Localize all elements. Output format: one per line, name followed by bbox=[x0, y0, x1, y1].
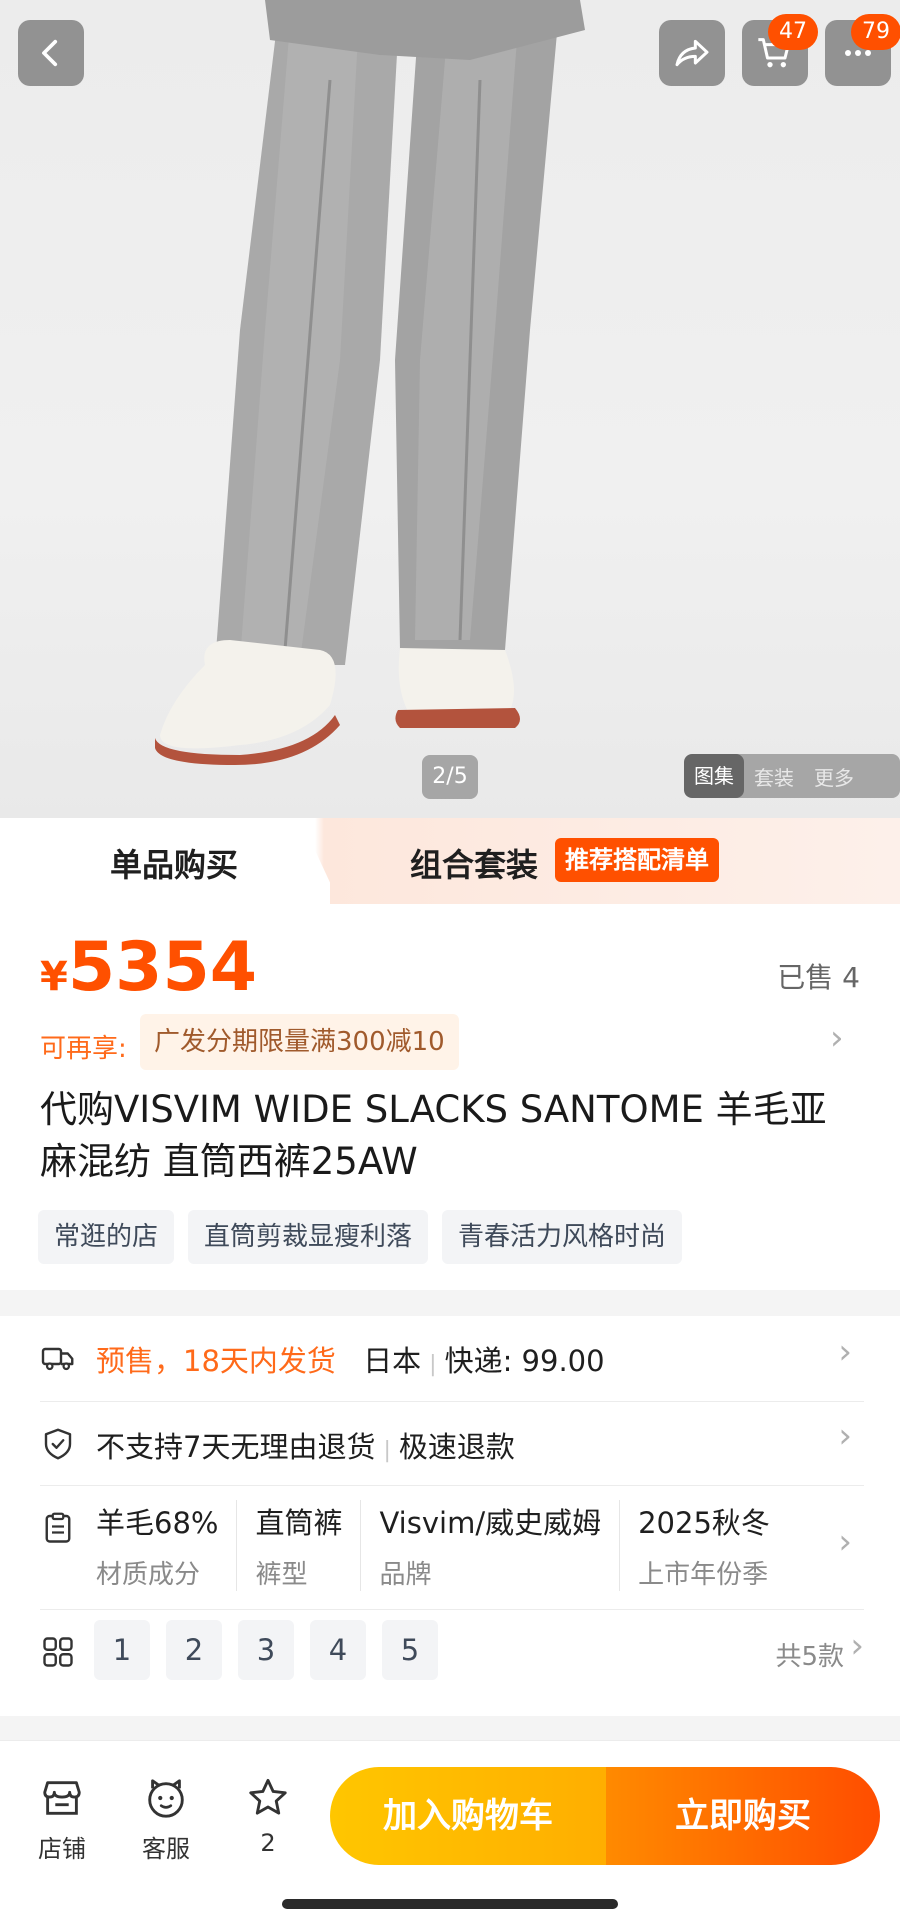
shield-icon bbox=[44, 1428, 72, 1460]
image-pager: 2/5 bbox=[422, 755, 478, 799]
sold-count: 已售 4 bbox=[777, 961, 860, 994]
attribute-brand: Visvim/威史威姆 品牌 bbox=[379, 1500, 621, 1591]
sku-option-1[interactable]: 1 bbox=[94, 1620, 150, 1680]
product-tags: 常逛的店 直筒剪裁显瘦利落 青春活力风格时尚 bbox=[38, 1210, 683, 1264]
back-icon bbox=[42, 39, 58, 67]
service-label: 客服 bbox=[142, 1835, 190, 1863]
grid-icon bbox=[43, 1637, 73, 1667]
store-label: 店铺 bbox=[38, 1835, 86, 1863]
product-tag[interactable]: 常逛的店 bbox=[38, 1210, 175, 1264]
store-button[interactable]: 店铺 bbox=[22, 1775, 102, 1864]
product-image[interactable]: 47 79 2/5 图集 套装 更多 bbox=[0, 0, 900, 820]
share-button[interactable] bbox=[659, 20, 725, 86]
service-icon bbox=[148, 1779, 184, 1818]
trousers-photo bbox=[155, 0, 585, 765]
purchase-mode-tabs: 单品购买 组合套装 推荐搭配清单 bbox=[0, 818, 900, 904]
promo-chevron-icon[interactable]: › bbox=[830, 1018, 844, 1058]
tab-more[interactable]: 更多 bbox=[804, 762, 864, 791]
price-card: ¥5354 已售 4 可再享: 广发分期限量满300减10 › 代购VISVIM… bbox=[0, 904, 900, 1290]
star-icon bbox=[249, 1778, 287, 1815]
shipping-chevron-icon: › bbox=[838, 1332, 852, 1372]
return-policy: 不支持7天无理由退货 bbox=[96, 1430, 376, 1464]
attribute-material: 羊毛68% 材质成分 bbox=[96, 1500, 238, 1591]
ship-origin: 日本 bbox=[363, 1344, 422, 1378]
message-count-badge: 79 bbox=[851, 14, 900, 50]
presale-text: 预售，18天内发货 bbox=[96, 1344, 336, 1378]
divider: | bbox=[429, 1352, 437, 1377]
tab-combo-set[interactable]: 组合套装 bbox=[410, 840, 538, 886]
attribute-fit: 直筒裤 裤型 bbox=[255, 1500, 362, 1591]
fast-refund: 极速退款 bbox=[398, 1430, 515, 1464]
sku-chevron-icon[interactable]: › bbox=[850, 1626, 864, 1666]
shipping-row[interactable]: 预售，18天内发货 日本 | 快递: 99.00 › bbox=[40, 1316, 864, 1402]
divider: | bbox=[383, 1438, 391, 1463]
product-title: 代购VISVIM WIDE SLACKS SANTOME 羊毛亚麻混纺 直筒西裤… bbox=[40, 1088, 827, 1183]
tab-single-purchase[interactable]: 单品购买 bbox=[110, 840, 238, 886]
sku-option-4[interactable]: 4 bbox=[310, 1620, 366, 1680]
cart-count-badge: 47 bbox=[768, 14, 818, 50]
sku-option-5[interactable]: 5 bbox=[382, 1620, 438, 1680]
attributes-row[interactable]: 羊毛68% 材质成分 直筒裤 裤型 Visvim/威史威姆 品牌 2025秋冬 … bbox=[40, 1486, 864, 1610]
price: ¥5354 bbox=[40, 928, 257, 1007]
returns-row[interactable]: 不支持7天无理由退货 | 极速退款 › bbox=[40, 1402, 864, 1486]
more-button[interactable]: 79 bbox=[825, 14, 900, 86]
gallery-tabs[interactable]: 图集 套装 更多 bbox=[684, 754, 900, 798]
favorite-count: 2 bbox=[260, 1829, 276, 1857]
sku-row: 1 2 3 4 5 共5款 › bbox=[40, 1610, 864, 1696]
share-icon bbox=[675, 39, 709, 67]
express-fee: 快递: 99.00 bbox=[444, 1344, 605, 1378]
cart-button[interactable]: 47 bbox=[742, 14, 818, 86]
promo-offer[interactable]: 广发分期限量满300减10 bbox=[140, 1014, 459, 1070]
tab-gallery[interactable]: 图集 bbox=[684, 754, 744, 798]
combo-recommend-tag[interactable]: 推荐搭配清单 bbox=[555, 838, 719, 882]
home-indicator[interactable] bbox=[282, 1899, 618, 1909]
currency-symbol: ¥ bbox=[40, 954, 68, 1000]
sku-total[interactable]: 共5款 bbox=[775, 1636, 844, 1673]
clipboard-icon bbox=[45, 1512, 71, 1543]
bottom-action-bar: 店铺 客服 2 加入购物车 立即购买 bbox=[0, 1740, 900, 1920]
sku-option-2[interactable]: 2 bbox=[166, 1620, 222, 1680]
attribute-season: 2025秋冬 上市年份季 bbox=[638, 1506, 770, 1590]
truck-icon bbox=[41, 1347, 74, 1371]
customer-service-button[interactable]: 客服 bbox=[126, 1775, 206, 1864]
back-button[interactable] bbox=[18, 20, 84, 86]
store-icon bbox=[43, 1781, 81, 1815]
promo-label: 可再享: bbox=[40, 1034, 127, 1064]
tab-set[interactable]: 套装 bbox=[744, 762, 804, 791]
product-tag[interactable]: 直筒剪裁显瘦利落 bbox=[188, 1210, 429, 1264]
buy-now-button[interactable]: 立即购买 bbox=[606, 1767, 880, 1865]
attributes-chevron-icon: › bbox=[838, 1522, 852, 1562]
price-value: 5354 bbox=[67, 928, 258, 1007]
info-card: 预售，18天内发货 日本 | 快递: 99.00 › 不支持7天无理由退货 | 极速退款… bbox=[0, 1316, 900, 1716]
returns-chevron-icon: › bbox=[838, 1416, 852, 1456]
product-tag[interactable]: 青春活力风格时尚 bbox=[442, 1210, 683, 1264]
add-to-cart-button[interactable]: 加入购物车 bbox=[330, 1767, 606, 1865]
attribute-list: 羊毛68% 材质成分 直筒裤 裤型 Visvim/威史威姆 品牌 2025秋冬 … bbox=[96, 1500, 806, 1591]
sku-options: 1 2 3 4 5 bbox=[94, 1620, 438, 1680]
sku-option-3[interactable]: 3 bbox=[238, 1620, 294, 1680]
favorite-button[interactable]: 2 bbox=[228, 1775, 308, 1857]
